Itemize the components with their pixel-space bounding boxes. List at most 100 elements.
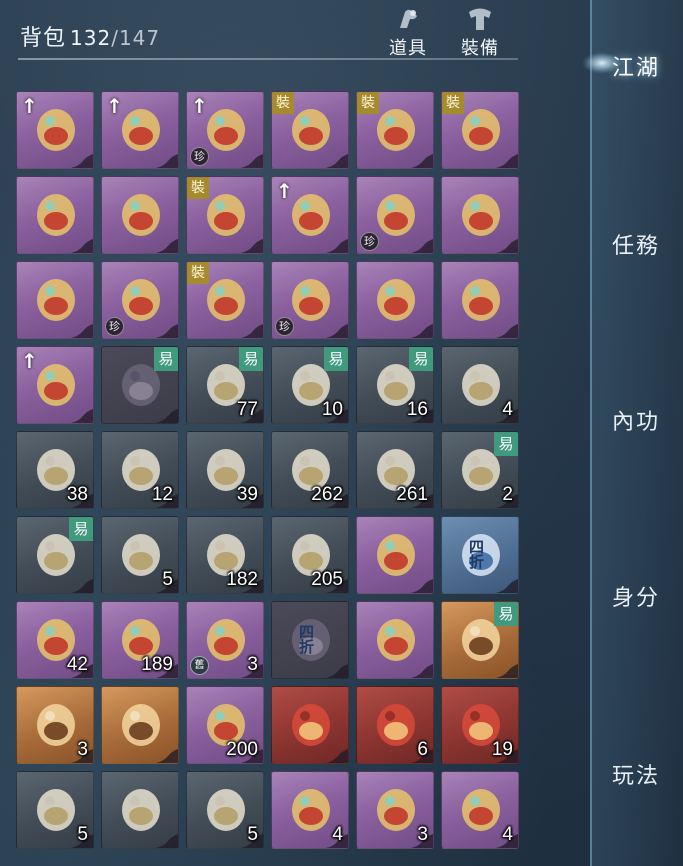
inventory-slot[interactable]: 38 [16,431,94,509]
inventory-slot[interactable]: 易 10 [271,346,349,424]
inventory-slot[interactable]: 易 [441,601,519,679]
inventory-slot[interactable]: 裝 [271,91,349,169]
equip-badge: 裝 [272,92,294,114]
quality-corner-icon [156,154,178,168]
sidebar-item-gameplay[interactable]: 玩法 [612,758,660,790]
inventory-slot[interactable]: 205 [271,516,349,594]
inventory-slot[interactable]: 四折 [441,516,519,594]
sidebar-item-identity[interactable]: 身分 [612,580,660,612]
inventory-slot[interactable] [16,261,94,339]
sidebar-item-jianghu[interactable]: 江湖 [612,50,660,82]
inventory-slot[interactable]: 19 [441,686,519,764]
inventory-slot[interactable]: 易2 [441,431,519,509]
inventory-slot[interactable] [356,601,434,679]
bag-title-label: 背包 [20,26,67,51]
item-quantity: 77 [236,399,258,420]
inventory-slot[interactable]: 珍 [101,261,179,339]
tab-equipment[interactable]: 裝備 [452,6,508,59]
inventory-slot[interactable]: 3 [16,686,94,764]
tab-items-label: 道具 [389,38,427,59]
rare-badge: 珍 [190,147,209,166]
inventory-slot[interactable]: 12 [101,431,179,509]
inventory-slot[interactable]: 易 77 [186,346,264,424]
item-quantity: 2 [502,484,513,505]
inventory-slot[interactable]: ↑ [16,91,94,169]
quality-corner-icon [241,154,263,168]
rare-badge: 珍 [275,317,294,336]
inventory-slot[interactable]: 261 [356,431,434,509]
item-quantity: 3 [247,654,258,675]
tradable-badge: 易 [324,347,348,371]
inventory-slot[interactable] [441,261,519,339]
inventory-grid: ↑ ↑ ↑ 珍裝裝裝裝 ↑ 珍珍裝珍 ↑ 易易 77 易 10 易 16 4 38 12 39 262 261 易 2 易… [16,91,522,866]
inventory-slot[interactable]: 易 16 [356,346,434,424]
tradable-badge: 易 [69,517,93,541]
tab-items[interactable]: 道具 [380,6,436,59]
inventory-slot[interactable]: 4 [441,771,519,849]
inventory-slot[interactable]: ↑ [271,176,349,254]
tab-equipment-label: 裝備 [461,38,499,59]
old-badge: 舊 [190,656,209,675]
inventory-slot[interactable] [356,516,434,594]
penguin-icon [377,619,415,661]
tradable-badge: 易 [494,432,518,456]
inventory-slot[interactable]: 四折 [271,601,349,679]
equip-badge: 裝 [187,177,209,199]
upgrade-arrow-icon: ↑ [21,349,38,373]
header-divider [18,58,518,60]
inventory-slot[interactable]: 舊3 [186,601,264,679]
item-quantity: 205 [311,569,343,590]
inventory-slot[interactable]: ↑ 珍 [186,91,264,169]
inventory-slot[interactable]: 易 [16,516,94,594]
quality-corner-icon [71,324,93,338]
inventory-slot[interactable]: 4 [441,346,519,424]
inventory-slot[interactable]: 42 [16,601,94,679]
item-quantity: 189 [141,654,173,675]
inventory-slot[interactable] [101,771,179,849]
inventory-slot[interactable]: 裝 [186,261,264,339]
inventory-slot[interactable]: 200 [186,686,264,764]
inventory-slot[interactable] [356,261,434,339]
quality-corner-icon [71,154,93,168]
inventory-slot[interactable]: 5 [186,771,264,849]
inventory-slot[interactable] [101,686,179,764]
quality-corner-icon [496,664,518,678]
inventory-slot[interactable]: 182 [186,516,264,594]
sack-icon [377,534,415,576]
inventory-slot[interactable]: 裝 [186,176,264,254]
inventory-slot[interactable] [16,176,94,254]
quality-corner-icon [326,324,348,338]
inventory-slot[interactable] [101,176,179,254]
inventory-slot[interactable]: 珍 [356,176,434,254]
inventory-slot[interactable]: 裝 [356,91,434,169]
quality-corner-icon [326,664,348,678]
sidebar-item-inner-skills[interactable]: 內功 [612,404,660,436]
inventory-slot[interactable]: 3 [356,771,434,849]
inventory-slot[interactable]: 6 [356,686,434,764]
item-quantity: 5 [162,569,173,590]
inventory-slot[interactable]: 4 [271,771,349,849]
sidebar-item-quests[interactable]: 任務 [612,228,660,260]
inventory-slot[interactable]: 珍 [271,261,349,339]
inventory-slot[interactable]: 262 [271,431,349,509]
gauntlet-icon [377,279,415,321]
item-quantity: 10 [321,399,343,420]
item-quantity: 3 [417,824,428,845]
quality-corner-icon [326,749,348,763]
equip-badge: 裝 [357,92,379,114]
inventory-slot[interactable]: ↑ [16,346,94,424]
inventory-slot[interactable]: 裝 [441,91,519,169]
inventory-slot[interactable]: 189 [101,601,179,679]
inventory-slot[interactable]: 5 [101,516,179,594]
inventory-slot[interactable]: ↑ [101,91,179,169]
inventory-slot[interactable] [271,686,349,764]
quality-corner-icon [496,239,518,253]
items-icon [400,9,417,28]
inventory-slot[interactable]: 易 [101,346,179,424]
bag-title: 背包 132/147 [20,20,160,52]
bag-count: 132 [70,26,112,50]
quality-corner-icon [411,239,433,253]
inventory-slot[interactable] [441,176,519,254]
inventory-slot[interactable]: 5 [16,771,94,849]
inventory-slot[interactable]: 39 [186,431,264,509]
